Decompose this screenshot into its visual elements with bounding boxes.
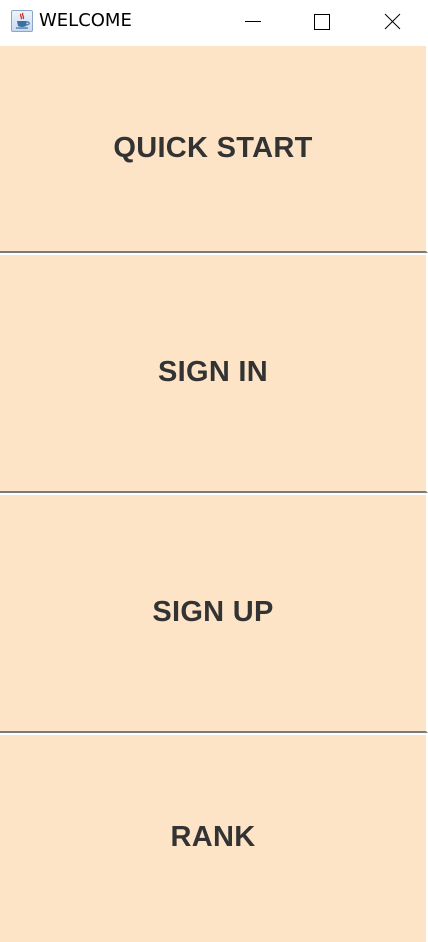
sign-in-button[interactable]: SIGN IN [0,253,428,493]
java-cup-icon [11,10,33,32]
welcome-window: WELCOME QUICK START SIGN IN SIGN UP RANK [0,0,428,942]
title-bar[interactable]: WELCOME [0,0,428,45]
maximize-button[interactable] [298,0,344,42]
minimize-button[interactable] [230,0,276,42]
quick-start-label: QUICK START [113,132,313,164]
window-title: WELCOME [39,10,132,31]
quick-start-button[interactable]: QUICK START [0,46,428,253]
close-icon [384,13,401,30]
sign-up-button[interactable]: SIGN UP [0,493,428,733]
sign-up-label: SIGN UP [152,595,274,628]
minimize-icon [245,21,261,22]
sign-in-label: SIGN IN [157,355,269,388]
rank-button[interactable]: RANK [0,733,428,942]
maximize-icon [314,14,330,30]
close-button[interactable] [369,0,415,42]
rank-label: RANK [170,821,256,853]
